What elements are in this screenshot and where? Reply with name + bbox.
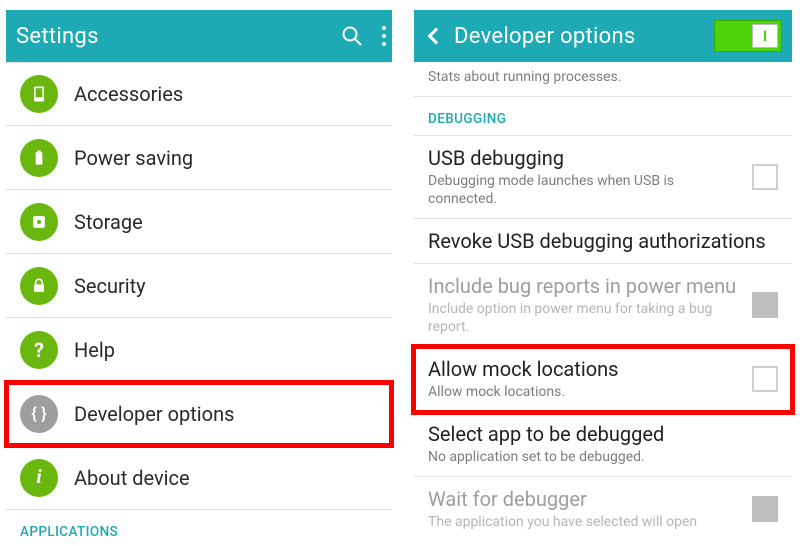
list-item-subtitle: Debugging mode launches when USB is conn…: [428, 172, 778, 208]
list-item-revoke-usb[interactable]: Revoke USB debugging authorizations: [414, 219, 792, 264]
list-item-label: Developer options: [74, 402, 234, 426]
battery-icon: [20, 139, 58, 177]
list-item-title: Allow mock locations: [428, 357, 778, 381]
list-item-title: Select app to be debugged: [428, 422, 778, 446]
page-title: Settings: [16, 24, 99, 49]
list-item-label: Storage: [74, 210, 143, 234]
list-item-wait-for-debugger: Wait for debugger The application you ha…: [414, 477, 792, 541]
section-header-applications: APPLICATIONS: [6, 510, 392, 546]
developer-options-screen: Developer options I Stats about running …: [414, 10, 792, 522]
overflow-menu-icon[interactable]: [382, 24, 386, 48]
list-item-security[interactable]: Security: [6, 254, 392, 318]
list-item-select-debug-app[interactable]: Select app to be debugged No application…: [414, 412, 792, 477]
list-item-subtitle: No application set to be debugged.: [428, 448, 778, 466]
checkbox: [752, 496, 778, 522]
list-item-accessories[interactable]: Accessories: [6, 62, 392, 126]
checkbox: [752, 292, 778, 318]
list-item-title: Include bug reports in power menu: [428, 274, 778, 298]
list-item-label: About device: [74, 466, 190, 490]
accessories-icon: [20, 75, 58, 113]
list-item-allow-mock-locations[interactable]: Allow mock locations Allow mock location…: [414, 347, 792, 412]
checkbox[interactable]: [752, 366, 778, 392]
storage-icon: [20, 203, 58, 241]
list-item-usb-debugging[interactable]: USB debugging Debugging mode launches wh…: [414, 136, 792, 219]
section-header-debugging: DEBUGGING: [414, 97, 792, 136]
search-icon[interactable]: [340, 24, 364, 48]
info-icon: i: [20, 459, 58, 497]
list-item-help[interactable]: ? Help: [6, 318, 392, 382]
switch-knob: I: [752, 24, 778, 48]
action-bar: Settings: [6, 10, 392, 62]
braces-icon: { }: [20, 395, 58, 433]
list-item-title: Revoke USB debugging authorizations: [428, 229, 778, 253]
list-item-label: Power saving: [74, 146, 193, 170]
list-item-subtitle: The application you have selected will o…: [428, 513, 778, 531]
settings-list: Accessories Power saving Storage Securit…: [6, 62, 392, 546]
list-item-label: Security: [74, 274, 146, 298]
list-item-about-device[interactable]: i About device: [6, 446, 392, 510]
list-item-process-stats[interactable]: Stats about running processes.: [414, 62, 792, 97]
list-item-power-saving[interactable]: Power saving: [6, 126, 392, 190]
list-item-label: Accessories: [74, 82, 183, 106]
action-bar: Developer options I: [414, 10, 792, 62]
list-item-bug-reports: Include bug reports in power menu Includ…: [414, 264, 792, 347]
help-icon: ?: [20, 331, 58, 369]
checkbox[interactable]: [752, 164, 778, 190]
list-item-label: Help: [74, 338, 115, 362]
list-item-title: Wait for debugger: [428, 487, 778, 511]
page-title: Developer options: [454, 24, 636, 49]
list-item-subtitle: Allow mock locations.: [428, 383, 778, 401]
list-item-subtitle: Include option in power menu for taking …: [428, 300, 778, 336]
settings-screen: Settings Accessories Power saving: [6, 10, 392, 522]
master-toggle[interactable]: I: [714, 20, 782, 52]
list-item-subtitle: Stats about running processes.: [428, 68, 778, 86]
list-item-title: USB debugging: [428, 146, 778, 170]
back-icon[interactable]: [424, 24, 448, 48]
list-item-storage[interactable]: Storage: [6, 190, 392, 254]
list-item-developer-options[interactable]: { } Developer options: [6, 382, 392, 446]
developer-options-list: Stats about running processes. DEBUGGING…: [414, 62, 792, 541]
lock-icon: [20, 267, 58, 305]
